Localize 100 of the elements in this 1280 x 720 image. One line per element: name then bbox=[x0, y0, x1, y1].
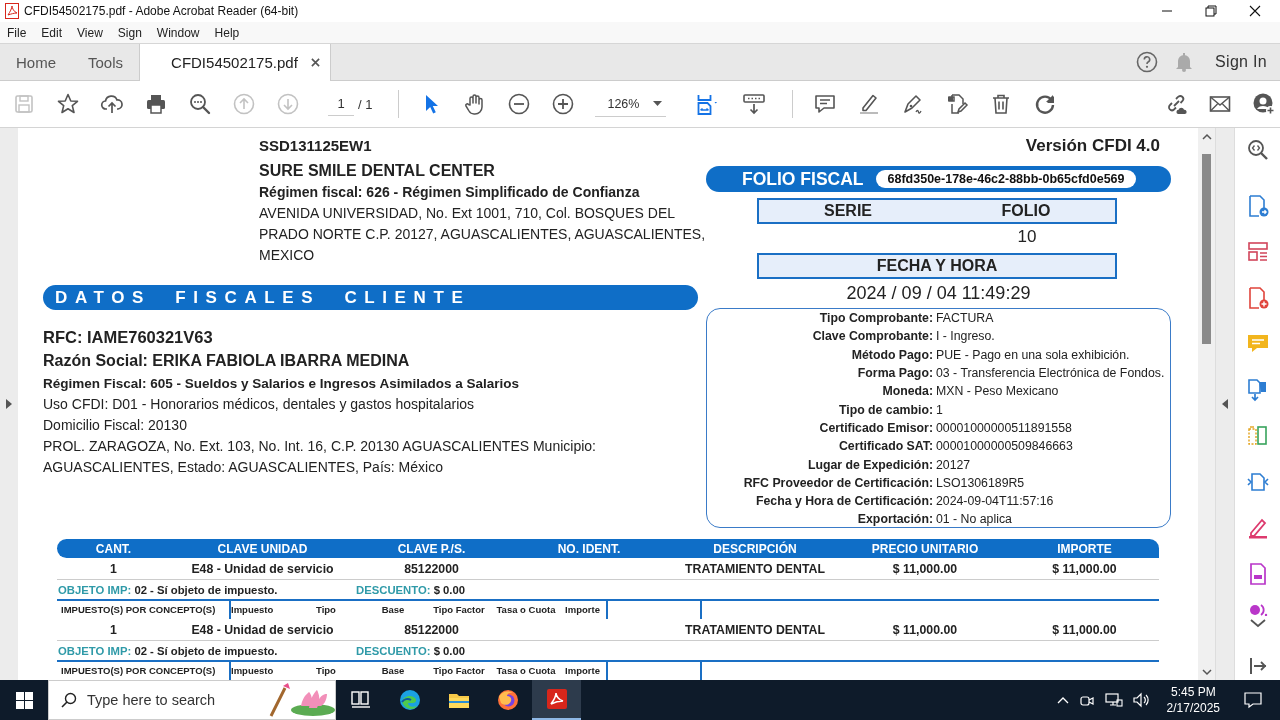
zoom-out-icon[interactable] bbox=[507, 92, 532, 116]
collapse-left-icon[interactable] bbox=[1222, 399, 1228, 409]
scroll-up-icon[interactable] bbox=[1201, 133, 1212, 140]
menu-item[interactable]: Edit bbox=[41, 25, 69, 40]
search-icon[interactable] bbox=[188, 92, 212, 116]
edit-document-icon[interactable] bbox=[945, 92, 970, 116]
table-cell-text: $ 11,000.00 bbox=[891, 622, 959, 637]
detail-value: 1 bbox=[936, 402, 944, 417]
scroll-mode-icon[interactable] bbox=[742, 92, 767, 116]
tax-section-label: IMPUESTO(S) POR CONCEPTO(S) bbox=[60, 603, 217, 617]
detail-label: Exportación: bbox=[856, 512, 934, 527]
scrollbar-thumb[interactable] bbox=[1202, 154, 1211, 344]
restore-icon[interactable] bbox=[1205, 5, 1217, 17]
client-address: PROL. ZARAGOZA, No. Ext. 103, No. Int. 16, C.P. 20130 AGUASCALIENTES Municipio: AGUASCALIENTES, Estado: AGUASCALIENTES, País: México bbox=[43, 437, 597, 477]
cfdi-use: Uso CFDI: D01 - Honorarios médicos, dentales y gastos hospitalarios bbox=[43, 395, 476, 414]
table-cell-text: $ 11,000.00 bbox=[891, 561, 959, 576]
tax-column-header: Base bbox=[380, 604, 406, 615]
tab[interactable]: CFDI54502175.pdf bbox=[139, 44, 331, 81]
menu-item[interactable]: Help bbox=[214, 25, 246, 40]
issuer-name: SURE SMILE DENTAL CENTER bbox=[259, 161, 496, 181]
zoom-icon[interactable] bbox=[1245, 138, 1270, 162]
detail-value: 2024-09-04T11:57:16 bbox=[936, 494, 1055, 509]
network-icon[interactable] bbox=[1104, 692, 1123, 708]
print-icon[interactable] bbox=[144, 92, 168, 116]
close-icon[interactable] bbox=[310, 58, 320, 67]
detail-value: 01 - No aplica bbox=[936, 512, 1013, 527]
clock[interactable]: 5:45 PM 2/17/2025 bbox=[1166, 684, 1220, 716]
notification-icon[interactable] bbox=[1244, 691, 1262, 709]
client-name: Razón Social: ERIKA FABIOLA IBARRA MEDINA bbox=[43, 351, 411, 371]
table-cell-text: E48 - Unidad de servicio bbox=[190, 622, 335, 637]
detail-value: PUE - Pago en una sola exhibición. bbox=[936, 347, 1131, 362]
tax-column-header: Tasa o Cuota bbox=[495, 604, 557, 615]
comment-icon[interactable] bbox=[813, 92, 838, 116]
add-user-icon[interactable] bbox=[1252, 92, 1276, 116]
menu-item[interactable]: Window bbox=[156, 25, 206, 40]
table-cell-text: 1 bbox=[109, 561, 118, 576]
menu-item[interactable]: Sign bbox=[117, 25, 148, 40]
detail-value: I - Ingreso. bbox=[936, 329, 996, 344]
cloud-upload-icon[interactable] bbox=[100, 92, 124, 116]
table-cell-text: E48 - Unidad de servicio bbox=[190, 561, 335, 576]
table-cell-text: TRATAMIENTO DENTAL bbox=[684, 622, 826, 637]
detail-label: Método Pago: bbox=[850, 347, 934, 362]
folio-label: FOLIO bbox=[1000, 202, 1052, 220]
zoom-in-icon[interactable] bbox=[551, 92, 576, 116]
pdf-app-icon[interactable] bbox=[544, 687, 569, 711]
star-icon[interactable] bbox=[56, 92, 80, 116]
section-heading-bar: DATOS FISCALES CLIENTE bbox=[43, 285, 698, 310]
sign-in-link[interactable]: Sign In bbox=[1215, 53, 1267, 71]
tax-column-header: Tipo Factor bbox=[432, 604, 486, 615]
scroll-down-icon[interactable] bbox=[1201, 669, 1212, 676]
menu-item[interactable]: File bbox=[7, 25, 33, 40]
tax-column-header: Tasa o Cuota bbox=[495, 665, 557, 676]
tax-column-header: Tipo Factor bbox=[432, 665, 486, 676]
folio-fiscal-label: FOLIO FISCAL bbox=[742, 168, 864, 190]
detail-value: MXN - Peso Mexicano bbox=[936, 384, 1060, 399]
detail-label: Fecha y Hora de Certificación: bbox=[755, 494, 934, 509]
tax-column-header: Base bbox=[380, 665, 406, 676]
windows-start-icon[interactable] bbox=[15, 691, 33, 709]
tax-column-header: Importe bbox=[564, 665, 601, 676]
tab[interactable]: Home bbox=[0, 44, 72, 80]
issuer-address: AVENIDA UNIVERSIDAD, No. Ext 1001, 710, Col. BOSQUES DEL PRADO NORTE C.P. 20127, AGUASCALIENTES, AGUASCALIENTES, MEXICO bbox=[259, 204, 707, 265]
detail-value: 00001000000511891558 bbox=[936, 420, 1073, 435]
detail-label: Tipo de cambio: bbox=[837, 402, 934, 417]
column-header: CLAVE P./S. bbox=[396, 541, 467, 556]
zoom-dropdown[interactable]: 126% bbox=[595, 91, 667, 117]
tax-column-header: Impuesto bbox=[231, 604, 275, 615]
close-icon[interactable] bbox=[1249, 5, 1261, 17]
table-cell-text: TRATAMIENTO DENTAL bbox=[684, 561, 826, 576]
detail-label: Certificado Emisor: bbox=[818, 420, 934, 435]
browser-swirl-icon[interactable] bbox=[397, 688, 422, 712]
window-title: CFDI54502175.pdf - Adobe Acrobat Reader (64-bit) bbox=[24, 4, 300, 18]
search-icon bbox=[61, 692, 77, 708]
menu-item[interactable]: View bbox=[77, 25, 109, 40]
column-header: CLAVE UNIDAD bbox=[216, 541, 309, 556]
tab[interactable]: Tools bbox=[72, 44, 140, 80]
fox-globe-icon[interactable] bbox=[495, 688, 520, 712]
detail-value: 03 - Transferencia Electrónica de Fondos. bbox=[936, 366, 1166, 381]
client-rfc: RFC: IAME760321V63 bbox=[43, 327, 214, 347]
table-cell-text: 85122000 bbox=[403, 561, 460, 576]
help-icon[interactable] bbox=[1136, 51, 1159, 73]
scan-document-icon[interactable] bbox=[1245, 470, 1270, 494]
tax-section-label: IMPUESTO(S) POR CONCEPTO(S) bbox=[60, 664, 217, 678]
volume-icon[interactable] bbox=[1132, 692, 1151, 708]
column-header: DESCRIPCIÓN bbox=[712, 541, 798, 556]
tax-object-label: OBJETO IMP: bbox=[58, 644, 132, 657]
taskbar-search-field[interactable]: Type here to search bbox=[48, 680, 336, 720]
caret-icon bbox=[653, 101, 663, 106]
fiscal-address: Domicilio Fiscal: 20130 bbox=[43, 416, 188, 435]
chevron-up-icon[interactable] bbox=[1056, 696, 1069, 704]
folio-fiscal-value: 68fd350e-178e-46c2-88bb-0b65cfd0e569 bbox=[875, 170, 1137, 188]
cfdi-version: Versión CFDI 4.0 bbox=[1024, 136, 1161, 156]
column-header: NO. IDENT. bbox=[556, 541, 622, 556]
detail-label: Lugar de Expedición: bbox=[806, 457, 934, 472]
page-layout-icon[interactable] bbox=[1245, 240, 1270, 264]
detail-label: Clave Comprobante: bbox=[811, 329, 934, 344]
pdf-app-icon bbox=[5, 3, 19, 19]
expand-left-icon[interactable] bbox=[6, 399, 12, 409]
detail-label: Tipo Comprobante: bbox=[818, 311, 934, 326]
client-regime: Régimen Fiscal: 605 - Sueldos y Salarios e Ingresos Asimilados a Salarios bbox=[43, 375, 520, 393]
serie-label: SERIE bbox=[823, 202, 873, 220]
